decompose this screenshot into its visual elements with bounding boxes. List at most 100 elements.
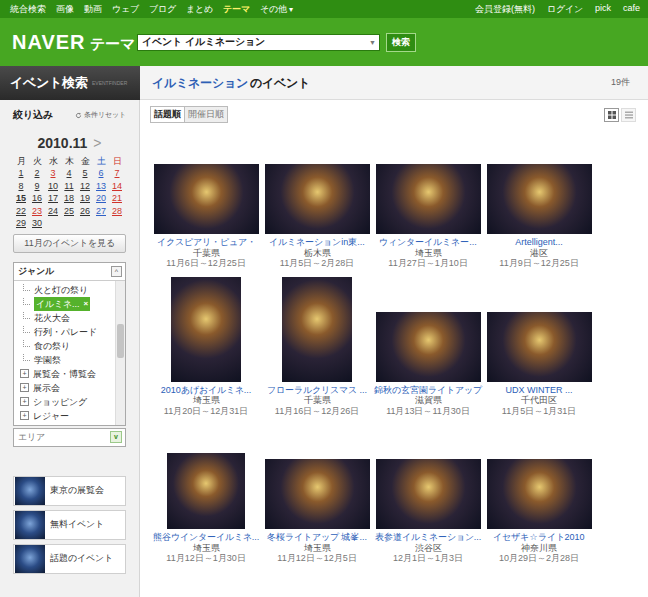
calendar-day[interactable]: 2 (29, 167, 45, 180)
event-photo[interactable] (265, 164, 370, 234)
genre-item[interactable]: 学園祭 (20, 353, 115, 367)
calendar-day[interactable]: 9 (29, 180, 45, 193)
calendar-day[interactable]: 20 (93, 192, 109, 205)
genre-item[interactable]: +レジャー (20, 409, 115, 423)
event-photo[interactable] (487, 459, 592, 529)
event-title[interactable]: 錦秋の玄宮園ライトアップ (374, 385, 482, 396)
event-photo[interactable] (376, 164, 481, 234)
service-link[interactable]: 動画 (84, 3, 102, 16)
calendar-day[interactable]: 28 (109, 205, 125, 218)
account-link[interactable]: 会員登録(無料) (475, 3, 535, 16)
event-photo[interactable] (167, 453, 245, 529)
account-link[interactable]: cafe (623, 3, 640, 16)
event-title[interactable]: 冬桜ライトアップ 城峯... (267, 532, 367, 543)
event-card[interactable]: イクスピアリ・ピュア・千葉県11月6日～12月25日 (151, 129, 261, 269)
event-title[interactable]: イクスピアリ・ピュア・ (157, 237, 256, 248)
calendar-day[interactable]: 25 (61, 205, 77, 218)
event-title[interactable]: ウィンターイルミネー... (379, 237, 477, 248)
calendar-day[interactable]: 1 (13, 167, 29, 180)
event-title[interactable]: イルミネーションin東... (269, 237, 365, 248)
calendar-day[interactable]: 22 (13, 205, 29, 218)
genre-item[interactable]: 行列・パレード (20, 325, 115, 339)
calendar-day[interactable]: 24 (45, 205, 61, 218)
event-card[interactable]: 錦秋の玄宮園ライトアップ滋賀県11月13日～11月30日 (373, 277, 483, 417)
genre-item[interactable]: イルミネ...× (20, 297, 115, 311)
service-link[interactable]: 画像 (56, 3, 74, 16)
calendar-day[interactable]: 6 (93, 167, 109, 180)
collapse-icon[interactable]: ^ (111, 266, 122, 277)
expand-icon[interactable]: + (20, 383, 29, 392)
calendar-day[interactable]: 15 (13, 192, 29, 205)
event-title[interactable]: UDX WINTER ... (506, 385, 573, 396)
genre-item[interactable]: 花火大会 (20, 311, 115, 325)
sort-tab[interactable]: 話題順 (150, 106, 185, 123)
event-photo[interactable] (376, 312, 481, 382)
feature-link[interactable]: 話題のイベント (13, 544, 126, 574)
sort-tab[interactable]: 開催日順 (185, 106, 228, 123)
calendar-day[interactable]: 5 (77, 167, 93, 180)
service-link[interactable]: ブログ (149, 3, 176, 16)
event-card[interactable]: UDX WINTER ...千代田区11月5日～1月31日 (484, 277, 594, 417)
event-card[interactable]: 冬桜ライトアップ 城峯...埼玉県11月12日～12月5日 (262, 424, 372, 564)
account-link[interactable]: ログイン (547, 3, 583, 16)
feature-link[interactable]: 無料イベント (13, 510, 126, 540)
event-photo[interactable] (487, 164, 592, 234)
event-photo[interactable] (154, 164, 259, 234)
event-card[interactable]: イルミネーションin東...栃木県11月5日～2月28日 (262, 129, 372, 269)
calendar-day[interactable]: 23 (29, 205, 45, 218)
event-title[interactable]: フローラルクリスマス ... (267, 385, 367, 396)
month-events-button[interactable]: 11月のイベントを見る (13, 234, 126, 253)
calendar-day[interactable]: 29 (13, 217, 29, 230)
expand-icon[interactable]: + (20, 397, 29, 406)
calendar-day[interactable]: 17 (45, 192, 61, 205)
event-title[interactable]: 2010あげおイルミネ... (161, 385, 252, 396)
event-photo[interactable] (487, 312, 592, 382)
calendar-day[interactable]: 26 (77, 205, 93, 218)
event-card[interactable]: Artelligent...港区11月9日～12月25日 (484, 129, 594, 269)
event-title[interactable]: 表参道イルミネーション... (375, 532, 482, 543)
logo[interactable]: NAVERテーマ (12, 31, 137, 54)
more-icon[interactable]: ▾ (289, 5, 293, 14)
expand-icon[interactable]: + (20, 411, 29, 420)
calendar-day[interactable]: 13 (93, 180, 109, 193)
genre-header[interactable]: ジャンル^ (14, 263, 125, 281)
scrollbar-thumb[interactable] (117, 324, 124, 358)
calendar-day[interactable]: 14 (109, 180, 125, 193)
event-title[interactable]: 熊谷ウインターイルミネ... (153, 532, 260, 543)
genre-item[interactable]: +ショッピング (20, 395, 115, 409)
service-link[interactable]: その他 (260, 3, 287, 16)
service-link[interactable]: ウェブ (112, 3, 139, 16)
calendar-day[interactable]: 21 (109, 192, 125, 205)
calendar-day[interactable]: 19 (77, 192, 93, 205)
event-card[interactable]: イセザキ☆ライト2010神奈川県10月29日～2月28日 (484, 424, 594, 564)
event-card[interactable]: フローラルクリスマス ...千葉県11月16日～12月26日 (262, 277, 372, 417)
view-button[interactable] (621, 108, 636, 122)
event-photo[interactable] (282, 277, 352, 382)
event-card[interactable]: ウィンターイルミネー...埼玉県11月27日～1月10日 (373, 129, 483, 269)
calendar-day[interactable]: 18 (61, 192, 77, 205)
calendar-day[interactable]: 27 (93, 205, 109, 218)
expand-icon[interactable]: v (110, 431, 122, 443)
calendar-day[interactable]: 11 (61, 180, 77, 193)
calendar-day[interactable]: 3 (45, 167, 61, 180)
event-title[interactable]: イセザキ☆ライト2010 (493, 532, 584, 543)
calendar-day[interactable]: 8 (13, 180, 29, 193)
event-photo[interactable] (376, 459, 481, 529)
dropdown-icon[interactable]: ▼ (369, 39, 376, 46)
calendar-day[interactable]: 4 (61, 167, 77, 180)
genre-item[interactable]: +展示会 (20, 381, 115, 395)
event-card[interactable]: 表参道イルミネーション...渋谷区12月1日～1月3日 (373, 424, 483, 564)
event-card[interactable]: 2010あげおイルミネ...埼玉県11月20日～12月31日 (151, 277, 261, 417)
event-photo[interactable] (171, 277, 241, 382)
expand-icon[interactable]: + (20, 369, 29, 378)
genre-item[interactable]: +展覧会・博覧会 (20, 367, 115, 381)
calendar-day[interactable]: 16 (29, 192, 45, 205)
event-title[interactable]: Artelligent... (515, 237, 563, 248)
remove-icon[interactable]: × (84, 297, 89, 311)
account-link[interactable]: pick (595, 3, 611, 16)
keyword[interactable]: イルミネーション (152, 76, 248, 90)
scrollbar[interactable] (115, 281, 125, 425)
service-link[interactable]: 統合検索 (10, 3, 46, 16)
calendar-day[interactable]: 10 (45, 180, 61, 193)
service-link[interactable]: テーマ (223, 3, 250, 16)
